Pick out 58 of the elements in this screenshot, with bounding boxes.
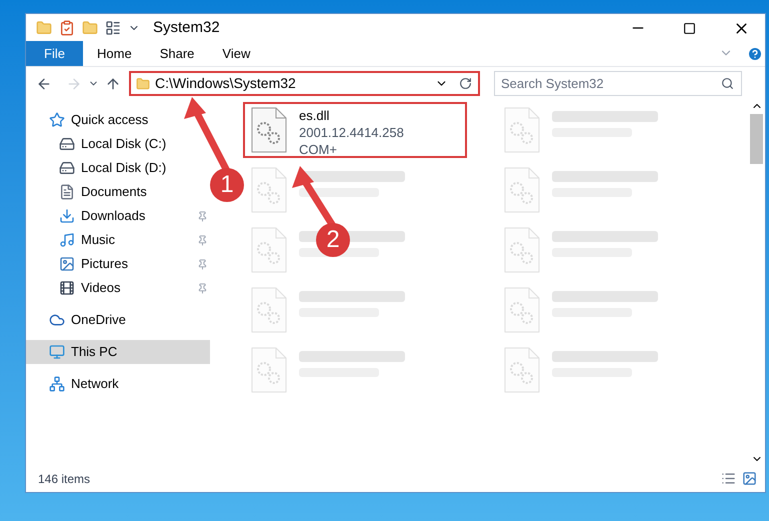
pin-icon	[197, 210, 208, 222]
cloud-icon	[49, 312, 65, 328]
search-icon	[721, 77, 734, 90]
pin-icon	[197, 234, 208, 246]
drive-icon	[59, 160, 75, 176]
sidebar-item[interactable]: OneDrive	[26, 308, 210, 332]
sidebar-item[interactable]: Quick access	[26, 108, 210, 132]
file-icon	[251, 107, 287, 153]
refresh-icon[interactable]	[459, 77, 472, 90]
sidebar-item[interactable]: Documents	[26, 180, 210, 204]
properties-icon[interactable]	[59, 20, 75, 36]
file-item[interactable]: es.dll 2001.12.4414.258 COM+	[243, 102, 467, 158]
ribbon-tab[interactable]: View	[208, 41, 264, 66]
file-icon	[251, 227, 287, 273]
large-icons-view-icon[interactable]	[742, 471, 757, 486]
film-icon	[59, 280, 75, 296]
star-icon	[49, 112, 65, 128]
item-count: 146 items	[38, 470, 92, 488]
network-icon	[49, 376, 65, 392]
picture-icon	[59, 256, 75, 272]
sidebar-item[interactable]: This PC	[26, 340, 210, 364]
sidebar-item[interactable]: Local Disk (C:)	[26, 132, 210, 156]
ribbon-tab[interactable]: Home	[83, 41, 146, 66]
file-icon	[504, 167, 540, 213]
sidebar-item[interactable]: Downloads	[26, 204, 210, 228]
sidebar-item[interactable]: Local Disk (D:)	[26, 156, 210, 180]
help-icon[interactable]	[747, 46, 763, 62]
maximize-icon[interactable]	[683, 22, 696, 34]
scrollbar-thumb[interactable]	[750, 114, 763, 164]
file-icon	[504, 227, 540, 273]
sidebar-item[interactable]: Videos	[26, 276, 210, 300]
file-icon	[504, 287, 540, 333]
ribbon-tab[interactable]: File	[26, 41, 83, 66]
folder-icon	[136, 76, 150, 90]
search-field[interactable]: Search System32	[494, 71, 742, 96]
sidebar-item[interactable]: Network	[26, 372, 210, 396]
drive-icon	[59, 136, 75, 152]
document-icon	[59, 184, 75, 200]
monitor-icon	[49, 344, 65, 360]
file-icon	[251, 167, 287, 213]
ribbon-tab[interactable]: Share	[146, 41, 208, 66]
back-icon[interactable]	[36, 76, 52, 92]
details-view-icon[interactable]	[721, 471, 736, 486]
sidebar-item[interactable]: Music	[26, 228, 210, 252]
pin-icon	[197, 282, 208, 294]
address-bar[interactable]: C:\Windows\System32	[129, 71, 480, 96]
address-path: C:\Windows\System32	[155, 74, 297, 93]
window-title: System32	[153, 18, 220, 38]
file-icon	[251, 347, 287, 393]
pin-icon	[197, 258, 208, 270]
layout-icon[interactable]	[105, 20, 121, 36]
file-icon	[504, 347, 540, 393]
up-icon[interactable]	[105, 76, 121, 92]
sidebar-item[interactable]: Pictures	[26, 252, 210, 276]
file-icon	[504, 107, 540, 153]
download-icon	[59, 208, 75, 224]
file-icon	[251, 287, 287, 333]
music-note-icon	[59, 232, 75, 248]
